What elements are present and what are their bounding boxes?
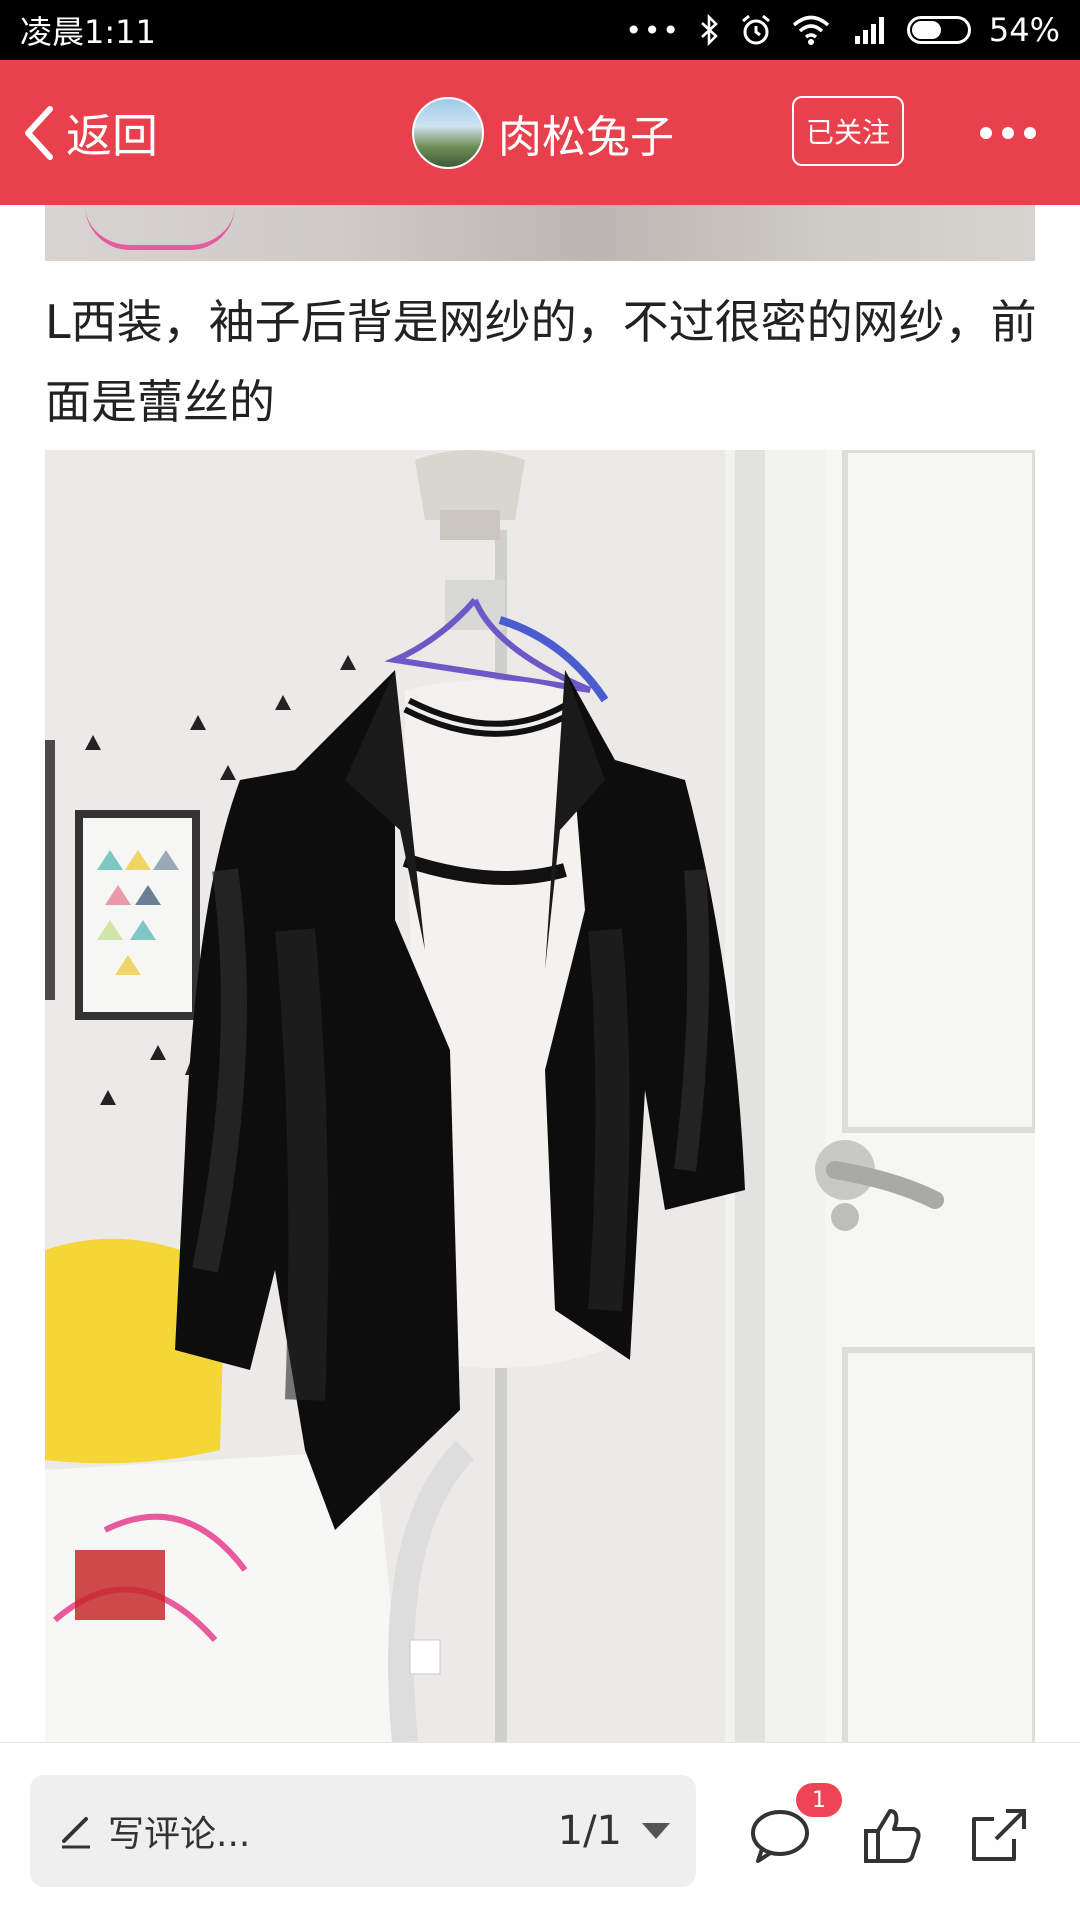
comment-placeholder: 写评论... (108, 1814, 251, 1855)
post-photo[interactable] (45, 450, 1035, 1742)
signal-icon (854, 17, 884, 44)
more-dot-icon (1024, 126, 1036, 139)
notification-dots: ••• (625, 13, 681, 47)
hanger-fragment (85, 205, 235, 250)
battery-icon (906, 16, 971, 44)
share-icon[interactable] (966, 1803, 1030, 1867)
like-icon[interactable] (860, 1803, 924, 1867)
caret-down-icon[interactable] (642, 1823, 670, 1839)
follow-button[interactable]: 已关注 (792, 96, 904, 166)
more-button[interactable] (980, 60, 1036, 205)
comment-count-badge: 1 (796, 1783, 842, 1817)
alarm-icon (741, 14, 770, 45)
chevron-left-icon (25, 105, 53, 160)
status-icons: ••• 54% (625, 11, 1060, 49)
bluetooth-icon (700, 14, 718, 46)
back-label: 返回 (66, 108, 158, 163)
author-name[interactable]: 肉松兔子 (498, 101, 674, 165)
back-button[interactable]: 返回 (20, 60, 158, 205)
author-info[interactable]: 肉松兔子 (412, 60, 674, 205)
battery-percent: 54% (988, 11, 1060, 49)
avatar[interactable] (412, 96, 484, 169)
more-dot-icon (1002, 126, 1014, 139)
page-indicator[interactable]: 1/1 (558, 1808, 622, 1854)
status-time: 凌晨1:11 (20, 13, 156, 51)
previous-photo[interactable] (45, 205, 1035, 261)
wifi-icon (792, 15, 830, 45)
header-bar: 返回 肉松兔子 已关注 (0, 60, 1080, 205)
bottom-bar: 写评论... 1/1 1 (0, 1742, 1080, 1921)
post-text: L西装，袖子后背是网纱的，不过很密的网纱，前面是蕾丝的 (45, 295, 1037, 429)
comment-input[interactable]: 写评论... 1/1 (30, 1775, 696, 1887)
jacket-photo (45, 450, 1035, 1742)
pencil-icon (62, 1817, 90, 1849)
status-bar: 凌晨1:11 ••• 54% (0, 0, 1080, 60)
more-dot-icon (980, 126, 992, 139)
